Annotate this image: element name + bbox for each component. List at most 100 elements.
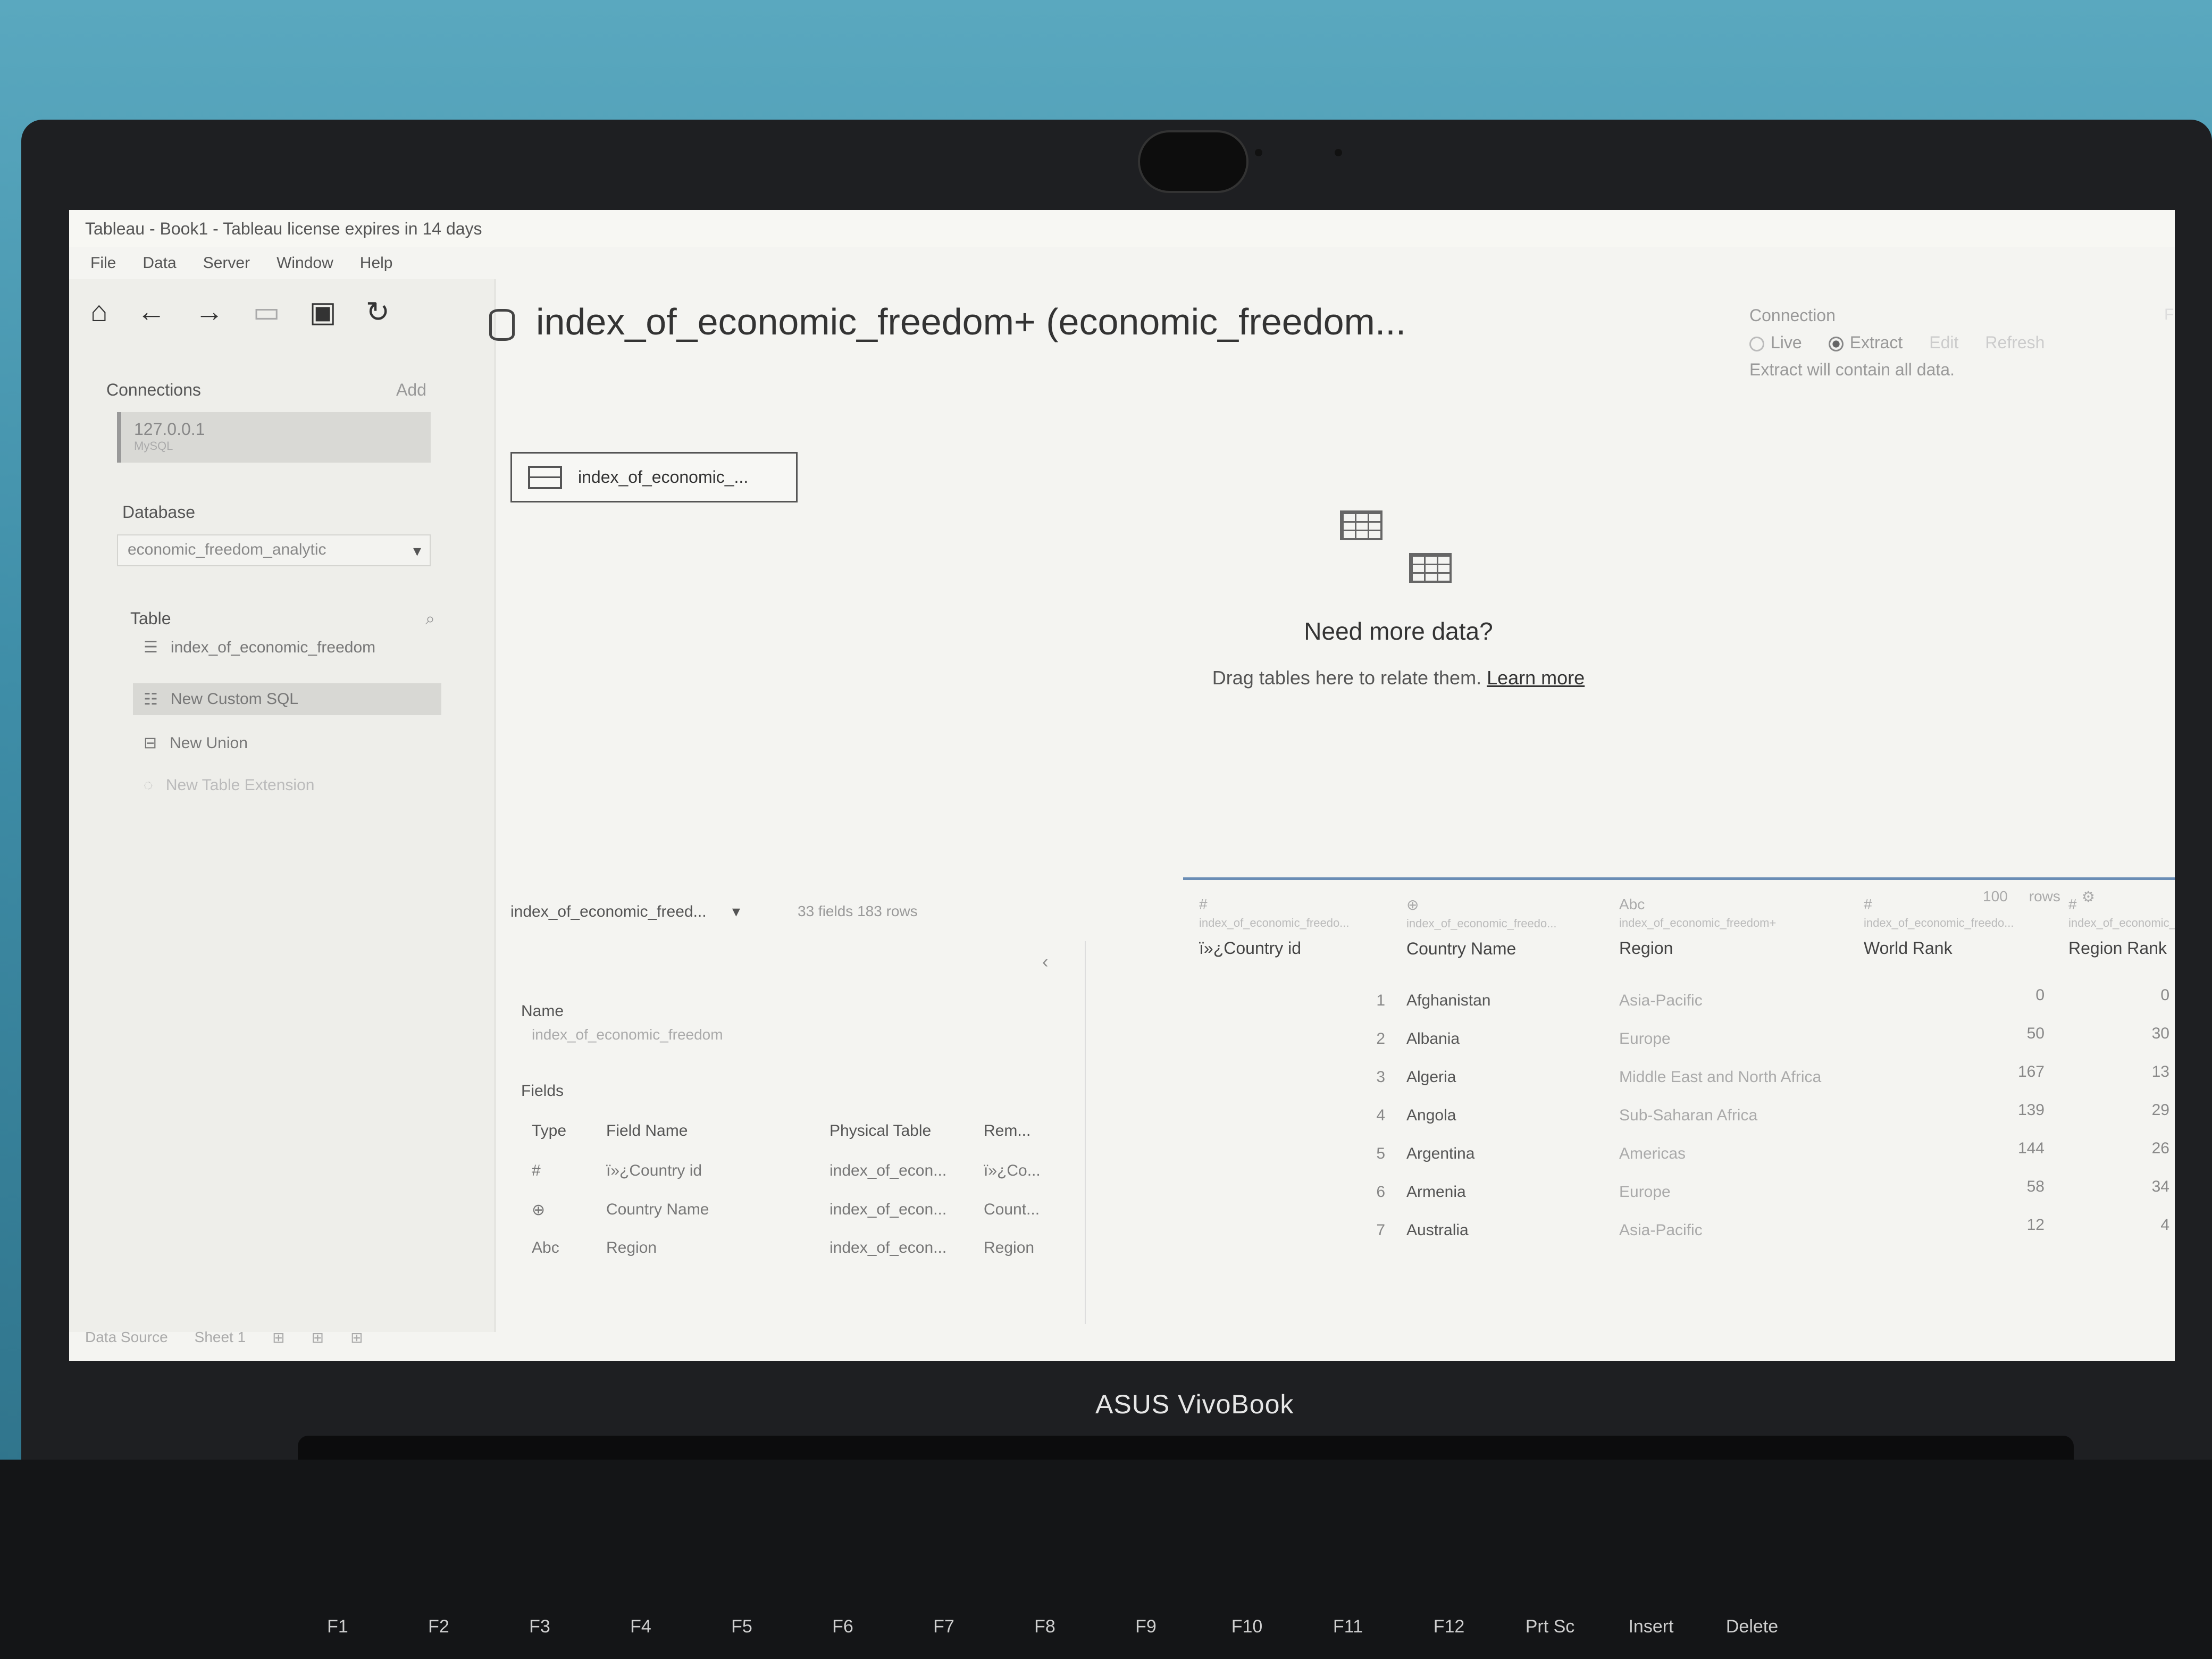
metadata-panel: ‹ Name index_of_economic_freedom Fields … — [500, 941, 1086, 1324]
new-worksheet-icon[interactable]: ⊞ — [272, 1329, 284, 1346]
connection-panel: Connection Live Extract Edit Refresh Ext… — [1749, 306, 2164, 380]
table-heading: Table — [130, 609, 171, 628]
key-f10: F10 — [1231, 1616, 1263, 1637]
field-row-count: 33 fields 183 rows — [798, 903, 918, 919]
connection-host: 127.0.0.1 — [134, 420, 205, 439]
field-row[interactable]: # ï»¿Country id index_of_econ... ï»¿Co..… — [532, 1162, 1058, 1180]
chevron-down-icon: ▾ — [413, 542, 421, 560]
table-icon: ☰ — [144, 639, 158, 656]
new-union[interactable]: ⊟ New Union — [144, 734, 248, 752]
menu-file[interactable]: File — [90, 254, 116, 272]
data-grid: # index_of_economic_freedo... ï»¿Country… — [1183, 877, 2175, 1359]
webcam-dot — [1255, 149, 1262, 156]
column-header-world-rank[interactable]: # index_of_economic_freedo... World Rank — [1864, 896, 2055, 958]
key-f4: F4 — [630, 1616, 651, 1637]
name-label: Name — [521, 1002, 564, 1020]
extract-note: Extract will contain all data. — [1749, 360, 1955, 379]
table-icon — [528, 465, 562, 489]
datasource-icon — [489, 308, 515, 341]
learn-more-link[interactable]: Learn more — [1487, 667, 1585, 689]
datasource-title[interactable]: index_of_economic_freedom+ (economic_fre… — [489, 300, 1406, 343]
canvas-table-card[interactable]: index_of_economic_... — [510, 452, 798, 502]
column-header-country-name[interactable]: ⊕ index_of_economic_freedo... Country Na… — [1406, 896, 1608, 959]
extract-radio[interactable]: Extract — [1828, 333, 1903, 353]
database-select[interactable]: economic_freedom_analytic ▾ — [117, 534, 431, 566]
tab-sheet-1[interactable]: Sheet 1 — [195, 1329, 246, 1346]
edit-link[interactable]: Edit — [1929, 333, 1958, 353]
database-heading: Database — [122, 502, 195, 522]
toolbar: ⌂ ← → ▭ ▣ ↻ — [90, 295, 390, 329]
collapse-icon[interactable]: ‹ — [1042, 952, 1048, 973]
field-row[interactable]: Abc Region index_of_econ... Region — [532, 1239, 1058, 1257]
new-story-icon[interactable]: ⊞ — [350, 1329, 363, 1346]
connect-icon[interactable]: ▭ — [253, 295, 280, 329]
extension-icon: ◌ — [144, 776, 153, 794]
canvas-table-label: index_of_economic_... — [578, 467, 749, 487]
key-insert: Insert — [1628, 1616, 1674, 1637]
data-preview: index_of_economic_freed... ▾ 33 fields 1… — [500, 877, 2175, 1356]
webcam-dot — [1335, 149, 1342, 156]
new-custom-sql[interactable]: ☷ New Custom SQL — [133, 683, 441, 715]
need-more-data: Need more data? Drag tables here to rela… — [1133, 510, 1664, 689]
table-selector[interactable]: index_of_economic_freed... ▾ — [500, 896, 776, 928]
field-row[interactable]: ⊕ Country Name index_of_econ... Count... — [532, 1201, 1058, 1219]
new-table-extension-label: New Table Extension — [165, 776, 315, 794]
fields-label: Fields — [521, 1082, 564, 1100]
key-prtsc: Prt Sc — [1525, 1616, 1575, 1637]
refresh-icon[interactable]: ↻ — [366, 295, 390, 329]
key-delete: Delete — [1725, 1616, 1779, 1637]
union-icon: ⊟ — [144, 734, 157, 752]
data-source-left-pane: ⌂ ← → ▭ ▣ ↻ Connections Add 127.0.0.1 My… — [69, 279, 496, 1346]
need-more-title: Need more data? — [1304, 617, 1493, 645]
column-header-region-rank[interactable]: # index_of_economic_free... Region Rank — [2068, 896, 2175, 958]
key-f6: F6 — [832, 1616, 853, 1637]
function-key-row: F1 F2 F3 F4 F5 F6 F7 F8 F9 F10 F11 F12 P… — [298, 1616, 2212, 1659]
sql-icon: ☷ — [144, 690, 158, 708]
connection-type: MySQL — [134, 439, 173, 453]
key-f8: F8 — [1034, 1616, 1055, 1637]
connections-heading: Connections — [106, 380, 201, 399]
key-f11: F11 — [1333, 1616, 1363, 1637]
key-f9: F9 — [1135, 1616, 1157, 1637]
search-icon[interactable]: ⌕ — [425, 609, 435, 629]
filters-label: Filters — [2164, 306, 2175, 323]
tab-data-source[interactable]: Data Source — [85, 1329, 168, 1346]
window-titlebar: Tableau - Book1 - Tableau license expire… — [69, 210, 2175, 247]
menu-help[interactable]: Help — [360, 254, 393, 272]
new-union-label: New Union — [170, 734, 248, 752]
relate-tables-icon — [1340, 510, 1457, 596]
refresh-link[interactable]: Refresh — [1985, 333, 2045, 353]
connection-item[interactable]: 127.0.0.1 MySQL — [117, 412, 431, 463]
window-title: Tableau - Book1 - Tableau license expire… — [85, 219, 482, 238]
key-f2: F2 — [428, 1616, 449, 1637]
add-connection-link[interactable]: Add — [396, 380, 426, 400]
sheet-tab-bar: Data Source Sheet 1 ⊞ ⊞ ⊞ — [69, 1321, 495, 1353]
new-table-extension[interactable]: ◌ New Table Extension — [144, 776, 314, 794]
table-item-label: index_of_economic_freedom — [170, 638, 376, 656]
menu-server[interactable]: Server — [203, 254, 250, 272]
table-item[interactable]: ☰ index_of_economic_freedom — [144, 638, 375, 657]
menu-data[interactable]: Data — [143, 254, 176, 272]
menu-window[interactable]: Window — [276, 254, 333, 272]
key-f1: F1 — [327, 1616, 348, 1637]
screen: Tableau - Book1 - Tableau license expire… — [69, 210, 2175, 1361]
chevron-down-icon: ▾ — [732, 903, 740, 920]
new-dashboard-icon[interactable]: ⊞ — [312, 1329, 324, 1346]
menu-bar: File Data Server Window Help — [69, 247, 2175, 279]
webcam-cover — [1138, 130, 1249, 193]
home-icon[interactable]: ⌂ — [90, 295, 108, 329]
live-radio[interactable]: Live — [1749, 333, 1802, 353]
save-icon[interactable]: ▣ — [309, 295, 337, 329]
need-more-text: Drag tables here to relate them. Learn m… — [1212, 667, 1585, 689]
name-value[interactable]: index_of_economic_freedom — [532, 1026, 723, 1043]
forward-icon[interactable]: → — [195, 295, 224, 329]
database-value: economic_freedom_analytic — [128, 541, 326, 558]
datasource-title-text: index_of_economic_freedom+ (economic_fre… — [536, 301, 1406, 342]
column-header-region[interactable]: Abc index_of_economic_freedom+ Region — [1619, 896, 1842, 958]
laptop-brand-logo: ASUS VivoBook — [1095, 1389, 1294, 1419]
key-f3: F3 — [529, 1616, 550, 1637]
column-header-country-id[interactable]: # index_of_economic_freedo... ï»¿Country… — [1199, 896, 1390, 958]
back-icon[interactable]: ← — [137, 295, 166, 329]
connection-label: Connection — [1749, 306, 1836, 325]
key-f5: F5 — [731, 1616, 752, 1637]
